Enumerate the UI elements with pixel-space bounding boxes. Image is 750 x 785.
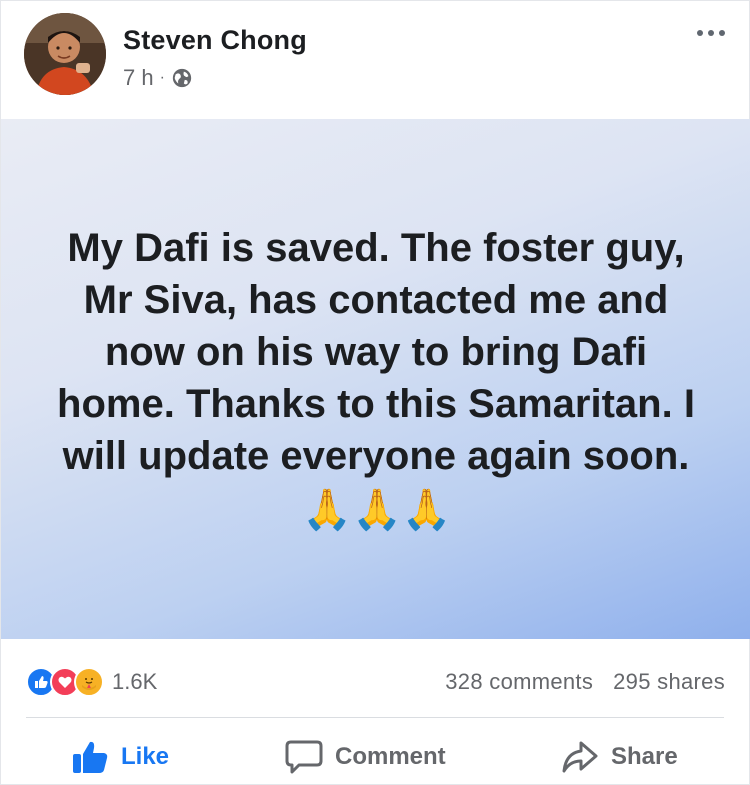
comment-icon (285, 740, 323, 774)
comment-button[interactable]: Comment (285, 739, 446, 775)
share-button[interactable]: Share (561, 739, 678, 775)
actions-divider (26, 717, 724, 718)
post-header: Steven Chong 7 h · (1, 1, 750, 119)
status-card: My Dafi is saved. The foster guy, Mr Siv… (1, 119, 750, 639)
post-stats: 1.6K 328 comments 295 shares (1, 661, 750, 705)
post-time[interactable]: 7 h (123, 65, 154, 91)
meta-separator: · (159, 69, 165, 86)
thumbs-up-icon (73, 741, 108, 773)
reactions-summary[interactable]: 1.6K (26, 667, 157, 697)
facebook-post: Steven Chong 7 h · My Dafi is saved. The… (0, 0, 750, 785)
like-label: Like (121, 743, 170, 770)
praying-hands-emoji: 🙏🙏🙏 (302, 488, 452, 533)
like-button[interactable]: Like (71, 739, 169, 775)
shares-count[interactable]: 295 shares (613, 669, 725, 695)
avatar-photo (24, 13, 106, 95)
status-text: My Dafi is saved. The foster guy, Mr Siv… (56, 222, 696, 536)
engagement-stats: 328 comments 295 shares (445, 669, 725, 695)
more-options-icon[interactable] (693, 23, 729, 43)
author-name[interactable]: Steven Chong (123, 25, 307, 56)
status-message: My Dafi is saved. The foster guy, Mr Siv… (57, 225, 695, 478)
post-meta: 7 h · (123, 65, 193, 91)
post-actions: Like Comment Share (1, 727, 750, 785)
care-icon (74, 667, 104, 697)
comment-label: Comment (335, 743, 446, 770)
reaction-count: 1.6K (112, 669, 158, 694)
avatar[interactable] (24, 13, 106, 95)
comments-count[interactable]: 328 comments (445, 669, 593, 695)
share-label: Share (611, 743, 678, 770)
share-icon (562, 741, 598, 773)
globe-icon[interactable] (171, 67, 193, 89)
